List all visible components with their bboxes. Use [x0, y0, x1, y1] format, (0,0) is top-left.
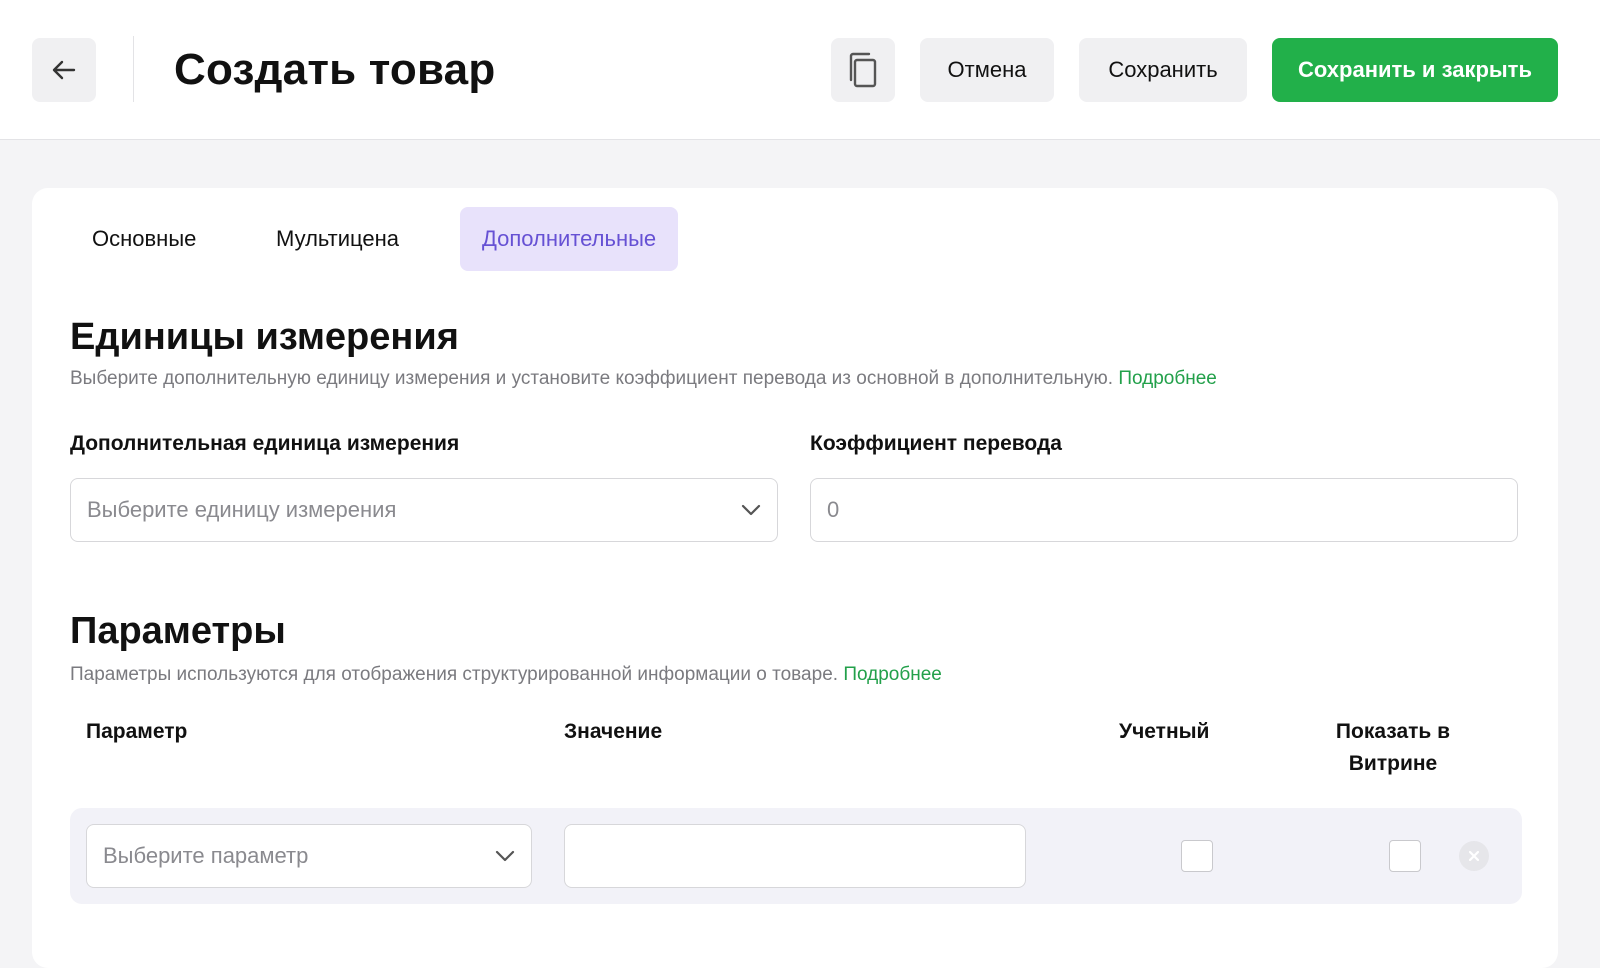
- params-section-description: Параметры используются для отображения с…: [70, 664, 942, 686]
- tab-basic[interactable]: Основные: [70, 207, 218, 271]
- unit-select[interactable]: Выберите единицу измерения: [70, 478, 778, 542]
- unit-select-placeholder: Выберите единицу измерения: [87, 497, 397, 522]
- column-header-show-in-storefront: Показать в Витрине: [1313, 716, 1473, 780]
- column-header-show-line1: Показать в: [1335, 720, 1451, 743]
- unit-field-label: Дополнительная единица измерения: [70, 432, 460, 455]
- back-button[interactable]: [32, 38, 96, 102]
- units-section-title: Единицы измерения: [70, 316, 459, 358]
- copy-icon: [849, 52, 877, 88]
- copy-button[interactable]: [831, 38, 895, 102]
- chevron-down-icon: [495, 846, 515, 866]
- column-header-accounting: Учетный: [1119, 720, 1210, 743]
- column-header-show-line2: Витрине: [1348, 752, 1438, 775]
- param-select[interactable]: Выберите параметр: [86, 824, 532, 888]
- tab-additional[interactable]: Дополнительные: [460, 207, 679, 271]
- params-more-link[interactable]: Подробнее: [843, 664, 942, 685]
- arrow-left-icon: [52, 60, 76, 80]
- params-description-text: Параметры используются для отображения с…: [70, 664, 839, 685]
- param-row: Выберите параметр: [70, 808, 1522, 904]
- coefficient-input[interactable]: 0: [810, 478, 1518, 542]
- column-header-param: Параметр: [86, 720, 188, 743]
- save-button[interactable]: Сохранить: [1079, 38, 1247, 102]
- header-divider: [133, 36, 134, 102]
- column-header-value: Значение: [564, 720, 663, 743]
- page-title: Создать товар: [174, 45, 496, 94]
- page-header: Создать товар Отмена Сохранить Сохранить…: [0, 0, 1600, 140]
- params-section-title: Параметры: [70, 610, 286, 652]
- show-in-storefront-checkbox[interactable]: [1389, 840, 1421, 872]
- tab-multiprice[interactable]: Мультицена: [254, 207, 421, 271]
- units-section-description: Выберите дополнительную единицу измерени…: [70, 368, 1217, 390]
- product-form-card: Основные Мультицена Дополнительные Едини…: [32, 188, 1558, 968]
- param-select-placeholder: Выберите параметр: [103, 843, 309, 868]
- accounting-checkbox[interactable]: [1181, 840, 1213, 872]
- units-description-text: Выберите дополнительную единицу измерени…: [70, 368, 1114, 389]
- param-value-input[interactable]: [564, 824, 1026, 888]
- coefficient-field-label: Коэффициент перевода: [810, 432, 1062, 455]
- cancel-button[interactable]: Отмена: [920, 38, 1054, 102]
- units-more-link[interactable]: Подробнее: [1118, 368, 1217, 389]
- coefficient-value: 0: [827, 497, 840, 522]
- remove-row-button[interactable]: [1459, 841, 1489, 871]
- save-and-close-button[interactable]: Сохранить и закрыть: [1272, 38, 1558, 102]
- close-icon: [1468, 850, 1480, 862]
- chevron-down-icon: [741, 500, 761, 520]
